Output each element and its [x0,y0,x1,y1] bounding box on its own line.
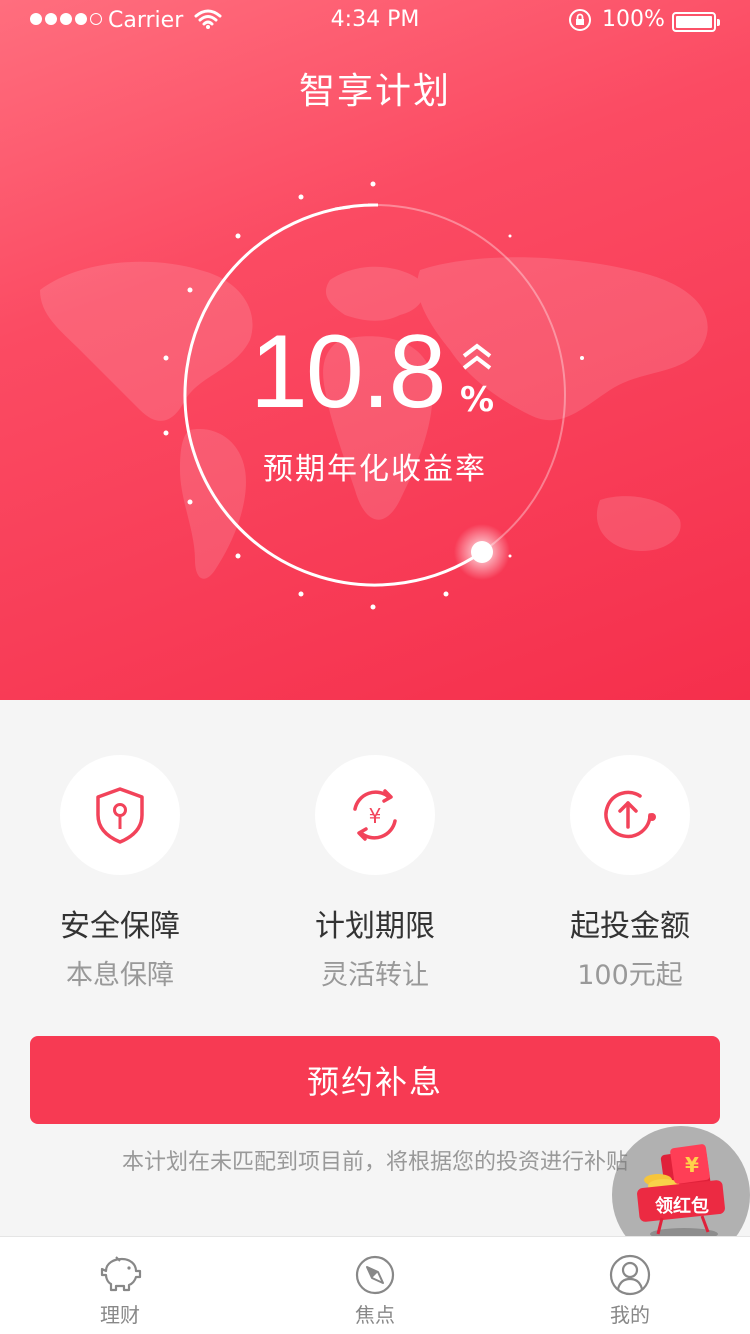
user-icon [609,1254,651,1296]
feature-title: 计划期限 [315,909,435,944]
features-section: 安全保障 本息保障 ¥ 计划期限 灵活转让 起投金额 100元起 [0,700,750,1030]
tab-label: 理财 [100,1303,140,1327]
tab-label: 焦点 [355,1303,395,1327]
bottom-tab-bar: 理财 焦点 我的 [0,1236,750,1334]
feature-icon-circle: ¥ [315,755,435,875]
feature-subtitle: 灵活转让 [321,960,429,991]
red-envelope-label: 领红包 [655,1196,709,1217]
feature-term: ¥ 计划期限 灵活转让 [255,755,495,992]
reserve-subsidy-button[interactable]: 预约补息 [30,1036,720,1124]
svg-text:¥: ¥ [369,804,382,828]
feature-subtitle: 100元起 [577,960,683,991]
tab-focus[interactable]: 焦点 [295,1237,455,1334]
feature-title: 安全保障 [60,909,180,944]
compass-icon [355,1255,395,1295]
shield-icon [96,787,144,844]
arrow-up-circle-icon [604,790,656,839]
expected-rate-value: 10.8 [250,314,446,430]
feature-title: 起投金额 [570,909,690,944]
tab-finance[interactable]: 理财 [40,1237,200,1334]
feature-min-amount: 起投金额 100元起 [510,755,750,992]
yuan-cycle-icon: ¥ [353,789,397,841]
yuan-symbol: ¥ [685,1153,699,1177]
tab-label: 我的 [610,1303,650,1327]
feature-security: 安全保障 本息保障 [0,755,240,992]
double-chevron-up-icon [462,343,492,370]
expected-rate-label: 预期年化收益率 [263,452,487,487]
feature-subtitle: 本息保障 [66,960,174,991]
piggy-bank-icon [100,1256,142,1292]
feature-icon-circle [570,755,690,875]
rate-percent-sign: % [460,380,495,420]
feature-icon-circle [60,755,180,875]
tab-mine[interactable]: 我的 [550,1237,710,1334]
hero-banner: Carrier 4:34 PM 100% 智享计划 10.8 % 预期年化收益率 [0,0,750,700]
